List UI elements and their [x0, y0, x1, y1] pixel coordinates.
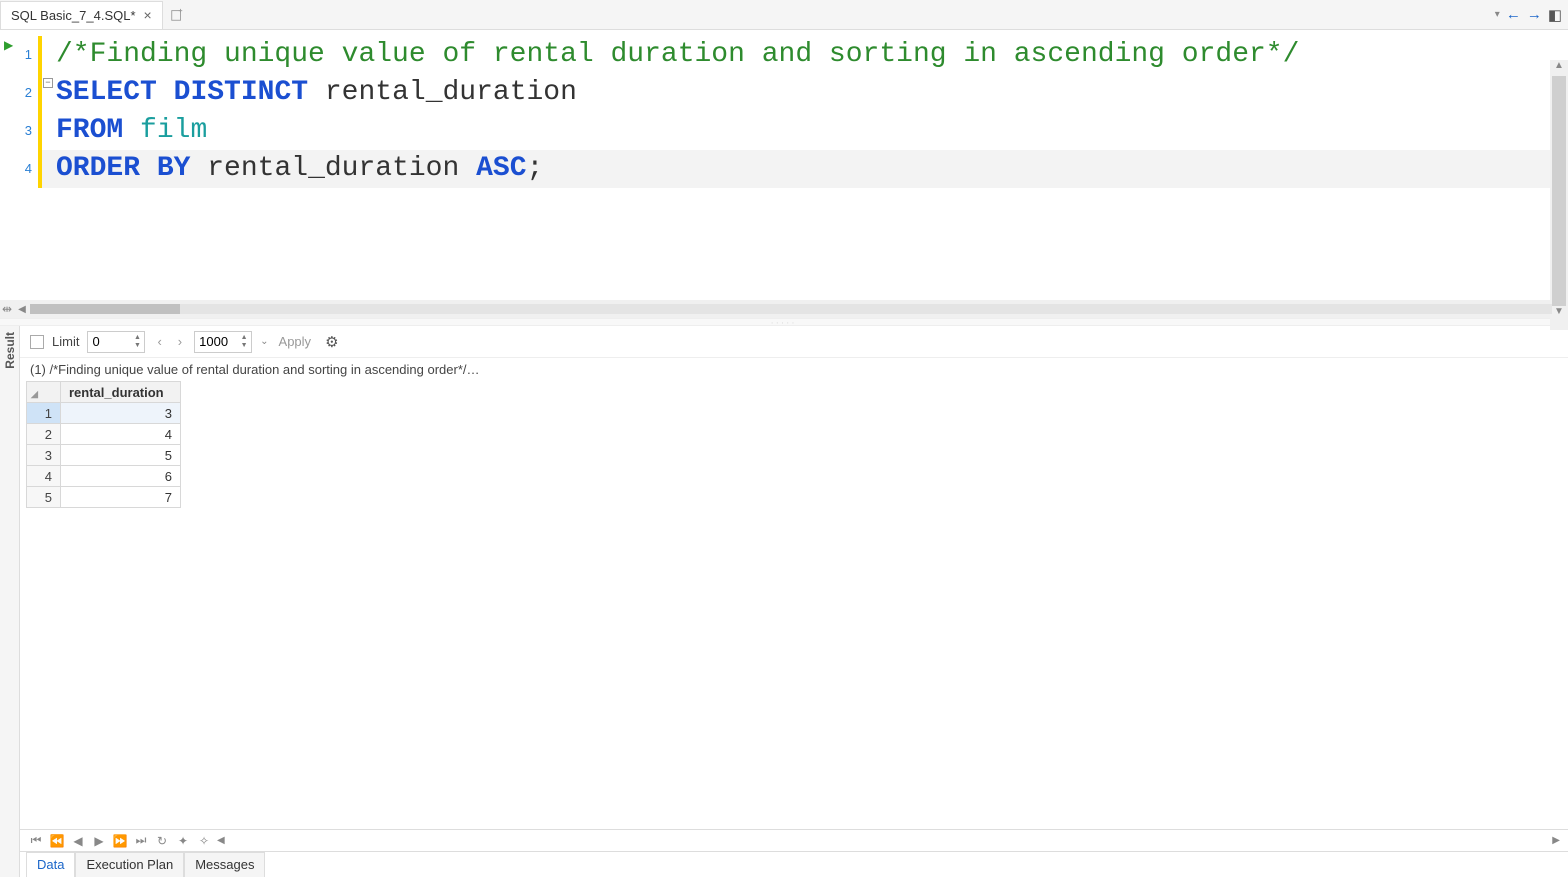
file-tab-title: SQL Basic_7_4.SQL* [11, 8, 136, 23]
pane-splitter[interactable]: ∙∙∙∙∙ [0, 318, 1568, 326]
apply-dropdown-icon[interactable]: ⌄ [260, 336, 268, 347]
nav-forward-icon[interactable]: → [1527, 6, 1542, 23]
prev-record-icon[interactable]: ◀ [70, 834, 86, 848]
cell-value[interactable]: 7 [61, 487, 181, 508]
sql-editor[interactable]: ▶ 1 2 3 4 − /*Finding unique value of re… [0, 30, 1568, 300]
spinner-down-icon[interactable]: ▼ [130, 342, 144, 350]
last-record-icon[interactable]: ⏭ [133, 833, 149, 848]
editor-gutter: ▶ 1 2 3 4 [0, 30, 38, 300]
scroll-right-icon[interactable]: ▶ [1552, 835, 1560, 846]
result-side-tab[interactable]: Result [0, 326, 20, 877]
row-number: 4 [27, 466, 61, 487]
row-number: 2 [27, 424, 61, 445]
code-area[interactable]: − /*Finding unique value of rental durat… [38, 30, 1568, 300]
limit-label: Limit [52, 334, 79, 349]
scroll-thumb[interactable] [30, 304, 180, 314]
result-bottom-tabs: Data Execution Plan Messages [20, 851, 1568, 877]
result-body: Limit ▲▼ ‹ › ▲▼ ⌄ Apply ⚙ (1) /*Finding … [20, 326, 1568, 877]
code-line: ORDER BY rental_duration ASC; [38, 150, 1568, 188]
table-row[interactable]: 4 6 [27, 466, 181, 487]
cell-value[interactable]: 4 [61, 424, 181, 445]
apply-button[interactable]: Apply [279, 334, 312, 349]
run-arrow-icon[interactable]: ▶ [4, 38, 13, 52]
editor-vertical-scrollbar[interactable]: ▲ ▼ [1550, 60, 1568, 330]
page-next-icon[interactable]: › [174, 334, 186, 349]
change-marker [38, 36, 42, 188]
tab-dropdown-icon[interactable]: ▾ [1495, 9, 1500, 20]
spinner-up-icon[interactable]: ▲ [237, 334, 251, 342]
spinner-down-icon[interactable]: ▼ [237, 342, 251, 350]
result-grid-wrap: rental_duration 1 3 2 4 3 5 [20, 381, 1568, 829]
scroll-down-icon[interactable]: ▼ [1550, 306, 1568, 322]
scroll-track[interactable] [30, 304, 1552, 314]
delete-record-icon[interactable]: ✧ [196, 834, 212, 848]
result-side-label: Result [3, 332, 17, 369]
cell-value[interactable]: 5 [61, 445, 181, 466]
page-prev-icon[interactable]: ‹ [153, 334, 165, 349]
fold-toggle-icon[interactable]: − [43, 78, 53, 88]
tab-execution-plan[interactable]: Execution Plan [75, 852, 184, 877]
refresh-icon[interactable]: ↻ [154, 834, 170, 848]
table-row[interactable]: 1 3 [27, 403, 181, 424]
panel-toggle-icon[interactable]: ◧ [1548, 6, 1562, 24]
tab-messages[interactable]: Messages [184, 852, 265, 877]
cell-value[interactable]: 6 [61, 466, 181, 487]
editor-horizontal-scrollbar[interactable]: ⇹ ◀ ▶ [0, 300, 1568, 318]
spinner-up-icon[interactable]: ▲ [130, 334, 144, 342]
add-record-icon[interactable]: ✦ [175, 834, 191, 848]
prev-page-icon[interactable]: ⏪ [49, 834, 65, 848]
tab-bar: SQL Basic_7_4.SQL* × ▾ ← → ◧ [0, 0, 1568, 30]
pagesize-input[interactable] [195, 334, 237, 349]
code-line: /*Finding unique value of rental duratio… [38, 36, 1568, 74]
result-toolbar: Limit ▲▼ ‹ › ▲▼ ⌄ Apply ⚙ [20, 326, 1568, 358]
scroll-thumb[interactable] [1552, 76, 1566, 306]
next-record-icon[interactable]: ▶ [91, 834, 107, 848]
table-row[interactable]: 5 7 [27, 487, 181, 508]
row-number: 1 [27, 403, 61, 424]
line-number: 3 [0, 112, 38, 150]
row-number: 3 [27, 445, 61, 466]
scroll-left-icon[interactable]: ◀ [217, 835, 225, 846]
column-header[interactable]: rental_duration [61, 382, 181, 403]
line-number: 4 [0, 150, 38, 188]
limit-checkbox[interactable] [30, 335, 44, 349]
limit-input[interactable] [88, 334, 130, 349]
first-record-icon[interactable]: ⏮ [28, 833, 44, 848]
limit-spinner[interactable]: ▲▼ [87, 331, 145, 353]
code-line: SELECT DISTINCT rental_duration [38, 74, 1568, 112]
file-tab[interactable]: SQL Basic_7_4.SQL* × [0, 1, 163, 29]
result-grid[interactable]: rental_duration 1 3 2 4 3 5 [26, 381, 181, 508]
gear-icon[interactable]: ⚙ [325, 333, 338, 351]
scroll-up-icon[interactable]: ▲ [1550, 60, 1568, 76]
nav-back-icon[interactable]: ← [1506, 6, 1521, 23]
table-row[interactable]: 3 5 [27, 445, 181, 466]
cell-value[interactable]: 3 [61, 403, 181, 424]
table-row[interactable]: 2 4 [27, 424, 181, 445]
result-caption: (1) /*Finding unique value of rental dur… [20, 358, 1568, 381]
close-tab-icon[interactable]: × [144, 7, 152, 23]
pagesize-spinner[interactable]: ▲▼ [194, 331, 252, 353]
result-panel: Result Limit ▲▼ ‹ › ▲▼ ⌄ Apply ⚙ (1) /*F… [0, 326, 1568, 877]
next-page-icon[interactable]: ⏩ [112, 834, 128, 848]
scroll-left-icon[interactable]: ◀ [14, 304, 30, 315]
grid-navigation-footer: ⏮ ⏪ ◀ ▶ ⏩ ⏭ ↻ ✦ ✧ ◀ ▶ [20, 829, 1568, 851]
new-tab-button[interactable] [169, 7, 185, 23]
code-line: FROM film [38, 112, 1568, 150]
line-number: 2 [0, 74, 38, 112]
row-number: 5 [27, 487, 61, 508]
tab-data[interactable]: Data [26, 852, 75, 877]
split-handle-icon[interactable]: ⇹ [0, 302, 14, 316]
grid-corner[interactable] [27, 382, 61, 403]
tab-bar-actions: ▾ ← → ◧ [1495, 6, 1562, 24]
